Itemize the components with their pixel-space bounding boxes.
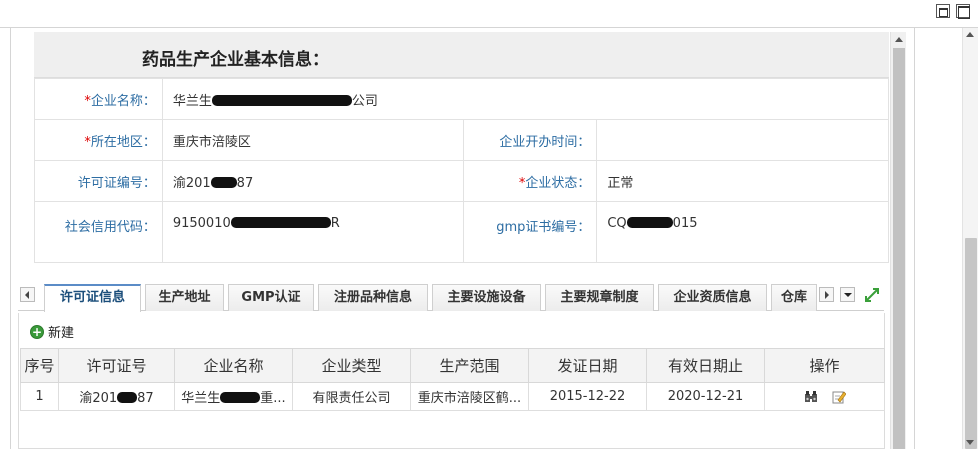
field-label: 社会信用代码： [34, 201, 163, 263]
restore-icon[interactable] [936, 4, 950, 18]
license-grid: 序号 许可证号 企业名称 企业类型 生产范围 发证日期 有效日期止 操作 1 渝… [20, 348, 885, 411]
left-border [10, 28, 11, 449]
tab-production-address[interactable]: 生产地址 [145, 284, 224, 311]
company-name-value: 华兰生 公司 [161, 78, 890, 120]
window-controls [936, 4, 970, 19]
grid-header: 序号 许可证号 企业名称 企业类型 生产范围 发证日期 有效日期止 操作 [20, 348, 885, 383]
cell-actions [764, 382, 885, 411]
info-row: 许可证编号： 渝201 87 *企业状态： 正常 [34, 160, 889, 202]
expand-icon[interactable] [864, 287, 880, 303]
tab-warehouse[interactable]: 仓库 [771, 284, 817, 311]
field-label: 企业开办时间： [462, 119, 598, 161]
tab-license-info[interactable]: 许可证信息 [44, 284, 141, 312]
redacted-mark [210, 176, 237, 188]
scroll-thumb[interactable] [893, 48, 905, 449]
tab-registered-varieties[interactable]: 注册品种信息 [318, 284, 428, 311]
license-no-value: 渝201 87 [161, 160, 464, 202]
title-divider [0, 27, 978, 28]
info-row: 社会信用代码： 9150010 R gmp证书编号： CQ 015 [34, 201, 889, 263]
tab-regulations[interactable]: 主要规章制度 [545, 284, 654, 311]
redacted-mark [626, 217, 673, 228]
field-label: *企业名称： [34, 78, 163, 120]
cell-expire-date: 2020-12-21 [646, 382, 765, 411]
column-header[interactable]: 企业类型 [292, 348, 411, 383]
info-header: 药品生产企业基本信息： [34, 32, 889, 78]
new-button-label: 新建 [48, 326, 75, 341]
inner-scrollbar[interactable] [890, 32, 906, 449]
edit-icon[interactable] [832, 390, 846, 404]
field-label: gmp证书编号： [462, 201, 598, 263]
status-value: 正常 [596, 160, 889, 202]
open-date-value [596, 119, 889, 161]
region-value: 重庆市涪陵区 [161, 119, 464, 161]
redacted-mark [220, 392, 261, 403]
column-header[interactable]: 许可证号 [58, 348, 175, 383]
cell-issue-date: 2015-12-22 [528, 382, 647, 411]
cell-index: 1 [20, 382, 59, 411]
column-header[interactable]: 序号 [20, 348, 59, 383]
add-icon: + [30, 324, 44, 339]
new-button[interactable]: + 新建 [30, 322, 74, 341]
field-label: *企业状态： [462, 160, 598, 202]
scroll-up-icon[interactable] [895, 37, 903, 42]
redacted-mark [230, 217, 331, 228]
outer-scrollbar[interactable] [962, 28, 978, 449]
tab-dropdown-icon[interactable] [840, 287, 855, 302]
field-label: 许可证编号： [34, 160, 163, 202]
tab-gmp[interactable]: GMP认证 [228, 284, 314, 311]
tab-scroll-right-icon[interactable] [819, 287, 834, 302]
column-header[interactable]: 发证日期 [528, 348, 647, 383]
cell-company-name: 华兰生 重... [174, 382, 293, 411]
column-header[interactable]: 操作 [764, 348, 885, 383]
scroll-thumb[interactable] [965, 238, 977, 449]
field-label: *所在地区： [34, 119, 163, 161]
right-border [914, 28, 915, 449]
tabs-bar: 许可证信息 生产地址 GMP认证 注册品种信息 主要设施设备 主要规章制度 企业… [18, 283, 884, 312]
page-title: 药品生产企业基本信息： [142, 50, 329, 70]
tab-scroll-left-icon[interactable] [20, 287, 35, 302]
cell-type: 有限责任公司 [292, 382, 411, 411]
cell-license: 渝201 87 [58, 382, 175, 411]
info-table: *企业名称： 华兰生 公司 *所在地区： 重庆市涪陵区 企业开办时间： 许可证编号… [34, 78, 890, 263]
info-row: *企业名称： 华兰生 公司 [34, 78, 890, 120]
view-icon[interactable] [804, 390, 818, 403]
credit-code-value: 9150010 R [161, 201, 464, 263]
scroll-down-icon[interactable] [966, 440, 974, 445]
info-row: *所在地区： 重庆市涪陵区 企业开办时间： [34, 119, 889, 161]
cell-scope: 重庆市涪陵区鹤... [410, 382, 529, 411]
table-row[interactable]: 1 渝201 87 华兰生 重... 有限责任公司 重庆市涪陵区鹤... 2015-… [20, 382, 885, 411]
maximize-icon[interactable] [956, 4, 970, 19]
tab-qualifications[interactable]: 企业资质信息 [658, 284, 767, 311]
redacted-mark [211, 94, 352, 106]
column-header[interactable]: 企业名称 [174, 348, 293, 383]
column-header[interactable]: 生产范围 [410, 348, 529, 383]
tab-facilities[interactable]: 主要设施设备 [432, 284, 541, 311]
scroll-up-icon[interactable] [966, 32, 974, 37]
redacted-mark [117, 392, 138, 403]
column-header[interactable]: 有效日期止 [646, 348, 765, 383]
gmp-cert-value: CQ 015 [596, 201, 889, 263]
